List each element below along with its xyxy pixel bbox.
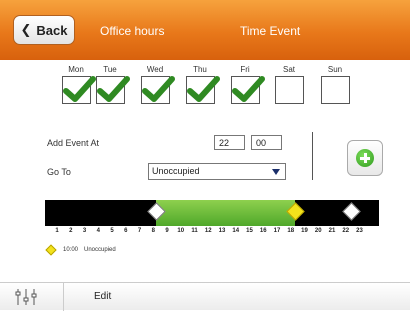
hour-tick-label: 8	[151, 228, 155, 234]
hour-tick-label: 5	[110, 228, 114, 234]
legend-time: 10:00	[63, 247, 79, 253]
day-sat[interactable]: Sat	[273, 64, 305, 104]
event-legend: 10:00 Unoccupied	[45, 244, 122, 256]
hour-tick-label: 7	[137, 228, 142, 234]
checkmark-icon	[62, 76, 96, 102]
page-title: Time Event	[240, 24, 301, 38]
chevron-left-icon: ❮	[20, 22, 32, 37]
day-label: Sun	[327, 65, 343, 74]
minute-input[interactable]: 00	[251, 135, 282, 150]
day-checkbox-wed[interactable]	[140, 76, 175, 104]
checkmark-icon	[186, 76, 220, 102]
hour-tick-label: 17	[273, 228, 281, 234]
day-checkbox-mon[interactable]	[61, 76, 96, 104]
occupied-segment	[156, 200, 296, 226]
header-bar: ❮ Back Office hours Time Event	[0, 0, 410, 60]
hour-tick-label: 19	[301, 228, 308, 234]
day-checkbox-thu[interactable]	[185, 76, 220, 104]
hour-tick-label: 3	[82, 228, 87, 234]
hour-tick-label: 15	[246, 228, 253, 234]
footer-bar: Edit	[0, 282, 410, 311]
back-button[interactable]: ❮ Back	[13, 15, 75, 45]
back-button-label: Back	[36, 22, 68, 38]
day-checkbox-fri[interactable]	[230, 76, 265, 104]
hour-tick-label: 22	[342, 228, 350, 234]
day-label: Sat	[282, 65, 295, 74]
hour-tick-label: 6	[124, 228, 128, 234]
hour-tick-label: 10	[177, 228, 185, 234]
day-tue[interactable]: Tue	[94, 64, 130, 104]
main-content: Mon Tue Wed Thu Fri Sat Sun Add Event At…	[0, 60, 410, 282]
hour-tick-label: 4	[96, 228, 100, 234]
checkmark-icon	[141, 76, 175, 102]
hour-tick-label: 9	[165, 228, 169, 234]
add-event-button[interactable]	[347, 140, 383, 176]
hour-tick-label: 14	[232, 228, 240, 234]
goto-select-value: Unoccupied	[152, 166, 200, 176]
day-wed[interactable]: Wed	[139, 64, 175, 104]
plus-icon	[356, 149, 374, 167]
hour-tick-label: 20	[314, 228, 322, 234]
footer-divider	[63, 283, 64, 311]
day-checkbox-sat[interactable]	[274, 76, 304, 104]
hour-tick-label: 21	[328, 228, 336, 234]
hour-tick-label: 13	[218, 228, 226, 234]
day-mon[interactable]: Mon	[60, 64, 96, 104]
checkmark-icon	[96, 76, 130, 102]
breadcrumb-office-hours[interactable]: Office hours	[100, 0, 164, 60]
schedule-timeline[interactable]	[45, 200, 379, 226]
goto-select[interactable]: Unoccupied	[148, 163, 286, 180]
day-checkbox-sun[interactable]	[320, 76, 350, 104]
day-checkbox-tue[interactable]	[95, 76, 130, 104]
timeline-event-marker[interactable]	[341, 202, 361, 221]
timeline-hour-ticks: 1 2 3 4 5 6 7 8 9 10 11 12 13 14 15 16 17 18 19 20 21 22 23	[45, 228, 379, 240]
hour-tick-label: 18	[287, 228, 295, 234]
hour-tick-label: 1	[55, 228, 59, 234]
hour-tick-label: 23	[356, 228, 363, 234]
day-thu[interactable]: Thu	[184, 64, 220, 104]
goto-label: Go To	[47, 167, 71, 177]
day-sun[interactable]: Sun	[319, 64, 351, 104]
edit-button[interactable]: Edit	[94, 291, 111, 302]
add-event-label: Add Event At	[47, 138, 100, 148]
sliders-icon[interactable]	[14, 288, 38, 306]
legend-diamond-icon	[45, 244, 57, 256]
legend-state: Unoccupied	[84, 247, 116, 253]
checkmark-icon	[231, 76, 265, 102]
hour-input[interactable]: 22	[214, 135, 245, 150]
day-fri[interactable]: Fri	[229, 64, 265, 104]
hour-tick-label: 2	[69, 228, 73, 234]
hour-tick-label: 11	[191, 228, 198, 234]
dropdown-arrow-icon	[272, 169, 280, 175]
vertical-divider	[312, 132, 313, 180]
hour-tick-label: 16	[259, 228, 267, 234]
hour-tick-label: 12	[204, 228, 212, 234]
